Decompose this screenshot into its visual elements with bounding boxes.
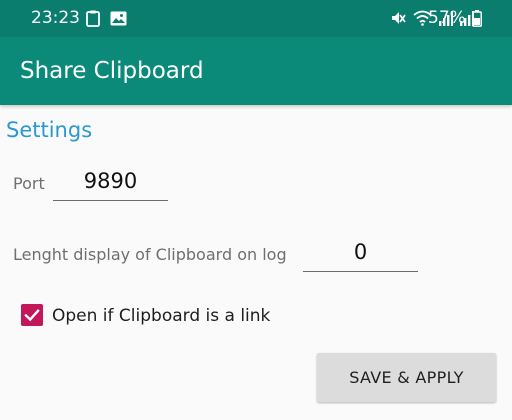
clipboard-icon	[86, 10, 100, 31]
status-time: 23:23	[31, 8, 80, 28]
status-left-icons	[86, 10, 127, 31]
length-display-label: Lenght display of Clipboard on log	[13, 245, 287, 264]
image-icon	[110, 11, 127, 30]
port-input[interactable]: 9890	[53, 168, 168, 201]
checkmark-icon	[24, 309, 40, 322]
open-link-label[interactable]: Open if Clipboard is a link	[52, 305, 270, 327]
port-label: Port	[13, 174, 45, 193]
app-title: Share Clipboard	[20, 58, 204, 84]
mute-icon	[390, 10, 406, 30]
battery-percent: 57%	[428, 8, 466, 28]
length-display-input[interactable]: 0	[303, 239, 418, 272]
settings-section-title: Settings	[6, 118, 93, 142]
save-apply-button[interactable]: SAVE & APPLY	[317, 353, 496, 402]
open-link-checkbox[interactable]	[21, 304, 43, 326]
battery-icon	[472, 10, 482, 31]
status-bar: 23:23 57%	[0, 0, 512, 37]
app-bar: Share Clipboard	[0, 37, 512, 105]
